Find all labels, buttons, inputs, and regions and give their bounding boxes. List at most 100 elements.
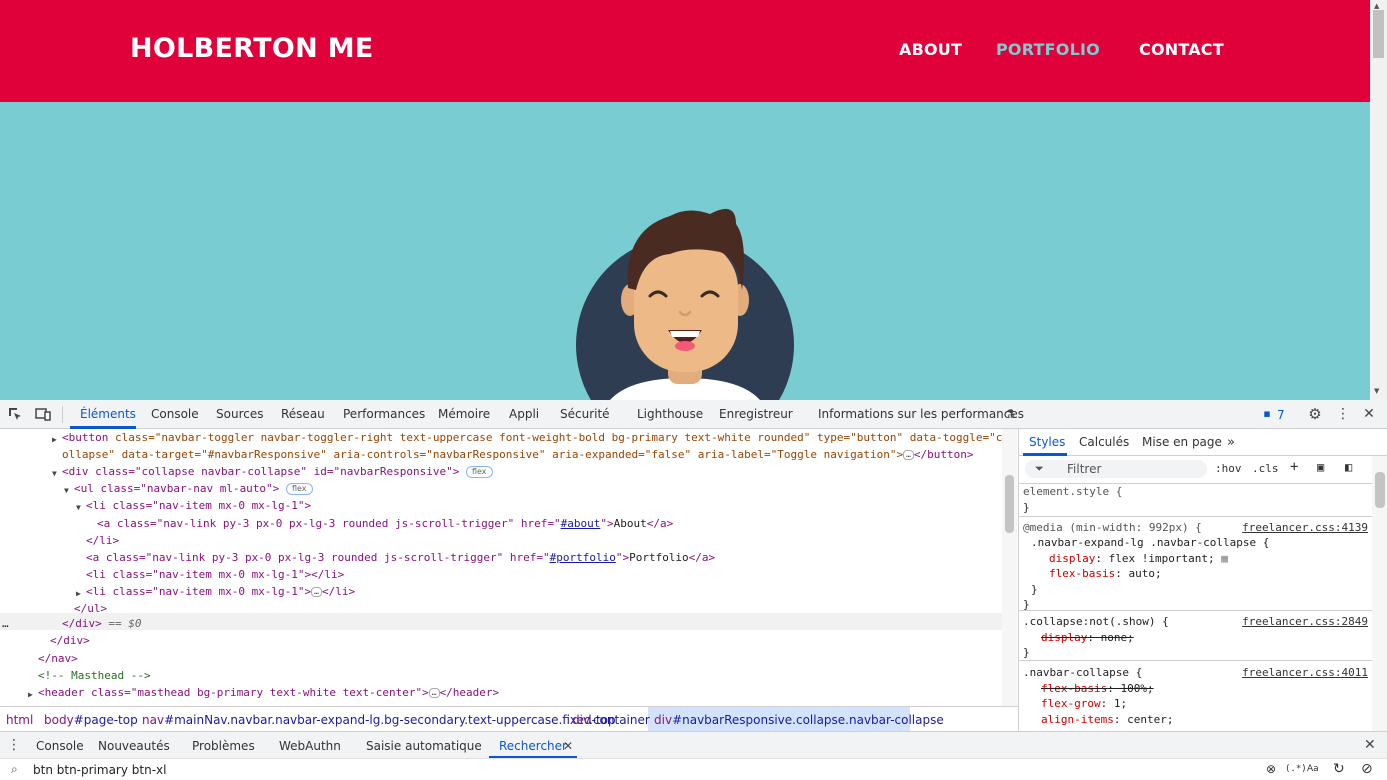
tab-elements[interactable]: Éléments [80, 407, 136, 421]
site-brand[interactable]: HOLBERTON ME [130, 33, 374, 64]
tree-node-button-toggler[interactable]: <button class="navbar-toggler navbar-tog… [62, 429, 1002, 446]
tab-lighthouse[interactable]: Lighthouse [637, 407, 703, 421]
rule-property-overridden[interactable]: flex-basis: 100%; [1041, 681, 1154, 697]
page-scrollbar[interactable]: ▲ ▼ [1370, 0, 1387, 400]
tab-security[interactable]: Sécurité [560, 407, 610, 421]
tree-node-div-collapse[interactable]: <div class="collapse navbar-collapse" id… [62, 463, 493, 480]
collapse-triangle-icon[interactable]: ▼ [52, 465, 57, 482]
close-icon[interactable]: ✕ [1361, 406, 1377, 422]
paint-roller-icon[interactable]: ▣ [1317, 460, 1324, 474]
ellipsis-badge[interactable]: … [311, 587, 322, 597]
ellipsis-badge[interactable]: … [428, 688, 440, 698]
rule-selector[interactable]: .navbar-collapse { [1023, 665, 1142, 681]
clear-results-icon[interactable]: ⊘ [1361, 761, 1373, 777]
regex-toggle[interactable]: (.*) [1285, 764, 1307, 774]
elements-scrollbar[interactable] [1002, 429, 1017, 706]
drawer-tab-console[interactable]: Console [36, 739, 84, 753]
styles-filter-input[interactable] [1025, 460, 1207, 478]
flex-editor-icon[interactable]: ▦ [1221, 552, 1228, 565]
drawer-tab-whats-new[interactable]: Nouveautés [98, 739, 170, 753]
rule-selector[interactable]: .collapse:not(.show) { [1023, 614, 1169, 630]
tab-performance[interactable]: Performances [343, 407, 425, 421]
styles-scrollbar[interactable] [1372, 456, 1387, 731]
device-toolbar-icon[interactable] [35, 406, 51, 422]
tree-node-li-empty[interactable]: <li class="nav-item mx-0 mx-lg-1"></li> [86, 566, 344, 583]
href-portfolio-link[interactable]: #portfolio [550, 551, 616, 564]
tab-network[interactable]: Réseau [281, 407, 325, 421]
drawer-tab-autofill[interactable]: Saisie automatique [366, 739, 482, 753]
rule-property-overridden[interactable]: display: none; [1041, 630, 1134, 646]
match-case-toggle[interactable]: Aa [1307, 764, 1319, 774]
refresh-icon[interactable]: ↻ [1333, 761, 1345, 777]
tree-node-ul-navbar-nav[interactable]: <ul class="navbar-nav ml-auto"> flex [74, 480, 313, 497]
rule-selector[interactable]: .navbar-expand-lg .navbar-collapse { [1031, 535, 1269, 551]
breadcrumb-body[interactable]: body#page-top [44, 713, 138, 727]
close-tab-icon[interactable]: ✕ [563, 739, 573, 753]
rule-property[interactable]: display: flex !important; ▦ [1049, 551, 1228, 567]
clear-search-icon[interactable]: ⊗ [1266, 762, 1276, 776]
rule-property[interactable]: flex-grow: 1; [1041, 696, 1127, 712]
tab-computed[interactable]: Calculés [1079, 435, 1129, 449]
source-link[interactable]: freelancer.css:4139 [1242, 520, 1368, 536]
inspect-element-icon[interactable] [7, 406, 23, 422]
toggle-sidebar-icon[interactable]: ◧ [1345, 460, 1352, 474]
rule-property[interactable]: flex-basis: auto; [1049, 566, 1162, 582]
tab-console[interactable]: Console [151, 407, 199, 421]
tree-node-li-about[interactable]: <li class="nav-item mx-0 mx-lg-1"> [86, 497, 311, 514]
href-about-link[interactable]: #about [561, 517, 601, 530]
drawer-menu-icon[interactable]: ⋮ [6, 737, 22, 753]
ellipsis-badge[interactable]: … [903, 450, 914, 460]
issues-icon[interactable]: ▪ [1262, 406, 1272, 422]
breadcrumb-div-container[interactable]: div.container [572, 713, 650, 727]
row-ellipsis-icon[interactable]: … [2, 615, 9, 632]
tab-performance-insights[interactable]: Informations sur les performances [818, 407, 1024, 421]
source-link[interactable]: freelancer.css:2849 [1242, 614, 1368, 630]
search-input[interactable]: btn btn-primary btn-xl [33, 763, 166, 777]
scroll-down-icon[interactable]: ▼ [1374, 387, 1379, 395]
more-options-icon[interactable]: ⋮ [1335, 406, 1351, 422]
breadcrumb-html[interactable]: html [6, 713, 33, 727]
source-link[interactable]: freelancer.css:4011 [1242, 665, 1368, 681]
tree-node-li-close[interactable]: </li> [86, 532, 119, 549]
nav-link-contact[interactable]: CONTACT [1139, 40, 1224, 59]
scroll-up-icon[interactable]: ▲ [1374, 2, 1379, 10]
tree-node-header-masthead[interactable]: <header class="masthead bg-primary text-… [38, 684, 499, 701]
tab-layout[interactable]: Mise en page [1142, 435, 1222, 449]
tree-node-li-contact[interactable]: <li class="nav-item mx-0 mx-lg-1">… </li> [86, 583, 355, 600]
elements-scroll-thumb[interactable] [1005, 475, 1014, 533]
flex-badge[interactable]: flex [465, 466, 493, 478]
collapse-triangle-icon[interactable]: ▼ [64, 482, 69, 499]
tab-styles[interactable]: Styles [1029, 435, 1065, 449]
drawer-tab-issues[interactable]: Problèmes [192, 739, 255, 753]
rule-property[interactable]: align-items: center; [1041, 712, 1173, 728]
nav-link-portfolio[interactable]: PORTFOLIO [996, 40, 1100, 59]
tab-sources[interactable]: Sources [216, 407, 263, 421]
close-drawer-icon[interactable]: ✕ [1364, 737, 1376, 753]
tree-node-a-portfolio[interactable]: <a class="nav-link py-3 px-0 px-lg-3 rou… [86, 549, 715, 566]
nav-link-about[interactable]: ABOUT [899, 40, 962, 59]
more-tabs-icon[interactable]: » [1227, 435, 1235, 450]
tab-memory[interactable]: Mémoire [438, 407, 490, 421]
collapse-triangle-icon[interactable]: ▼ [76, 499, 81, 516]
tree-node-div-container-close[interactable]: </div> [50, 632, 90, 649]
drawer-tab-webauthn[interactable]: WebAuthn [279, 739, 341, 753]
hov-toggle[interactable]: :hov [1215, 462, 1242, 475]
new-rule-icon[interactable]: + [1290, 459, 1298, 475]
expand-triangle-icon[interactable]: ▶ [28, 686, 33, 703]
tree-node-button-toggler-cont[interactable]: ollapse" data-target="#navbarResponsive"… [62, 446, 974, 463]
cls-toggle[interactable]: .cls [1252, 462, 1279, 475]
tree-node-comment-masthead[interactable]: <!-- Masthead --> [38, 667, 151, 684]
breadcrumb-nav[interactable]: nav#mainNav.navbar.navbar-expand-lg.bg-s… [142, 713, 616, 727]
tree-node-div-close-selected[interactable]: </div> == $0 [62, 615, 142, 632]
gear-icon[interactable]: ⚙ [1307, 406, 1323, 422]
tree-node-nav-close[interactable]: </nav> [38, 650, 78, 667]
issues-count[interactable]: 7 [1277, 408, 1285, 422]
tab-recorder[interactable]: Enregistreur [719, 407, 793, 421]
tree-node-a-about[interactable]: <a class="nav-link py-3 px-0 px-lg-3 rou… [97, 515, 673, 532]
styles-scroll-thumb[interactable] [1375, 472, 1385, 508]
flex-badge[interactable]: flex [285, 483, 313, 495]
page-scroll-thumb[interactable] [1373, 10, 1384, 58]
element-style-selector[interactable]: element.style { [1023, 484, 1122, 500]
expand-triangle-icon[interactable]: ▶ [52, 431, 57, 448]
drawer-tab-search[interactable]: Rechercher [499, 739, 567, 753]
